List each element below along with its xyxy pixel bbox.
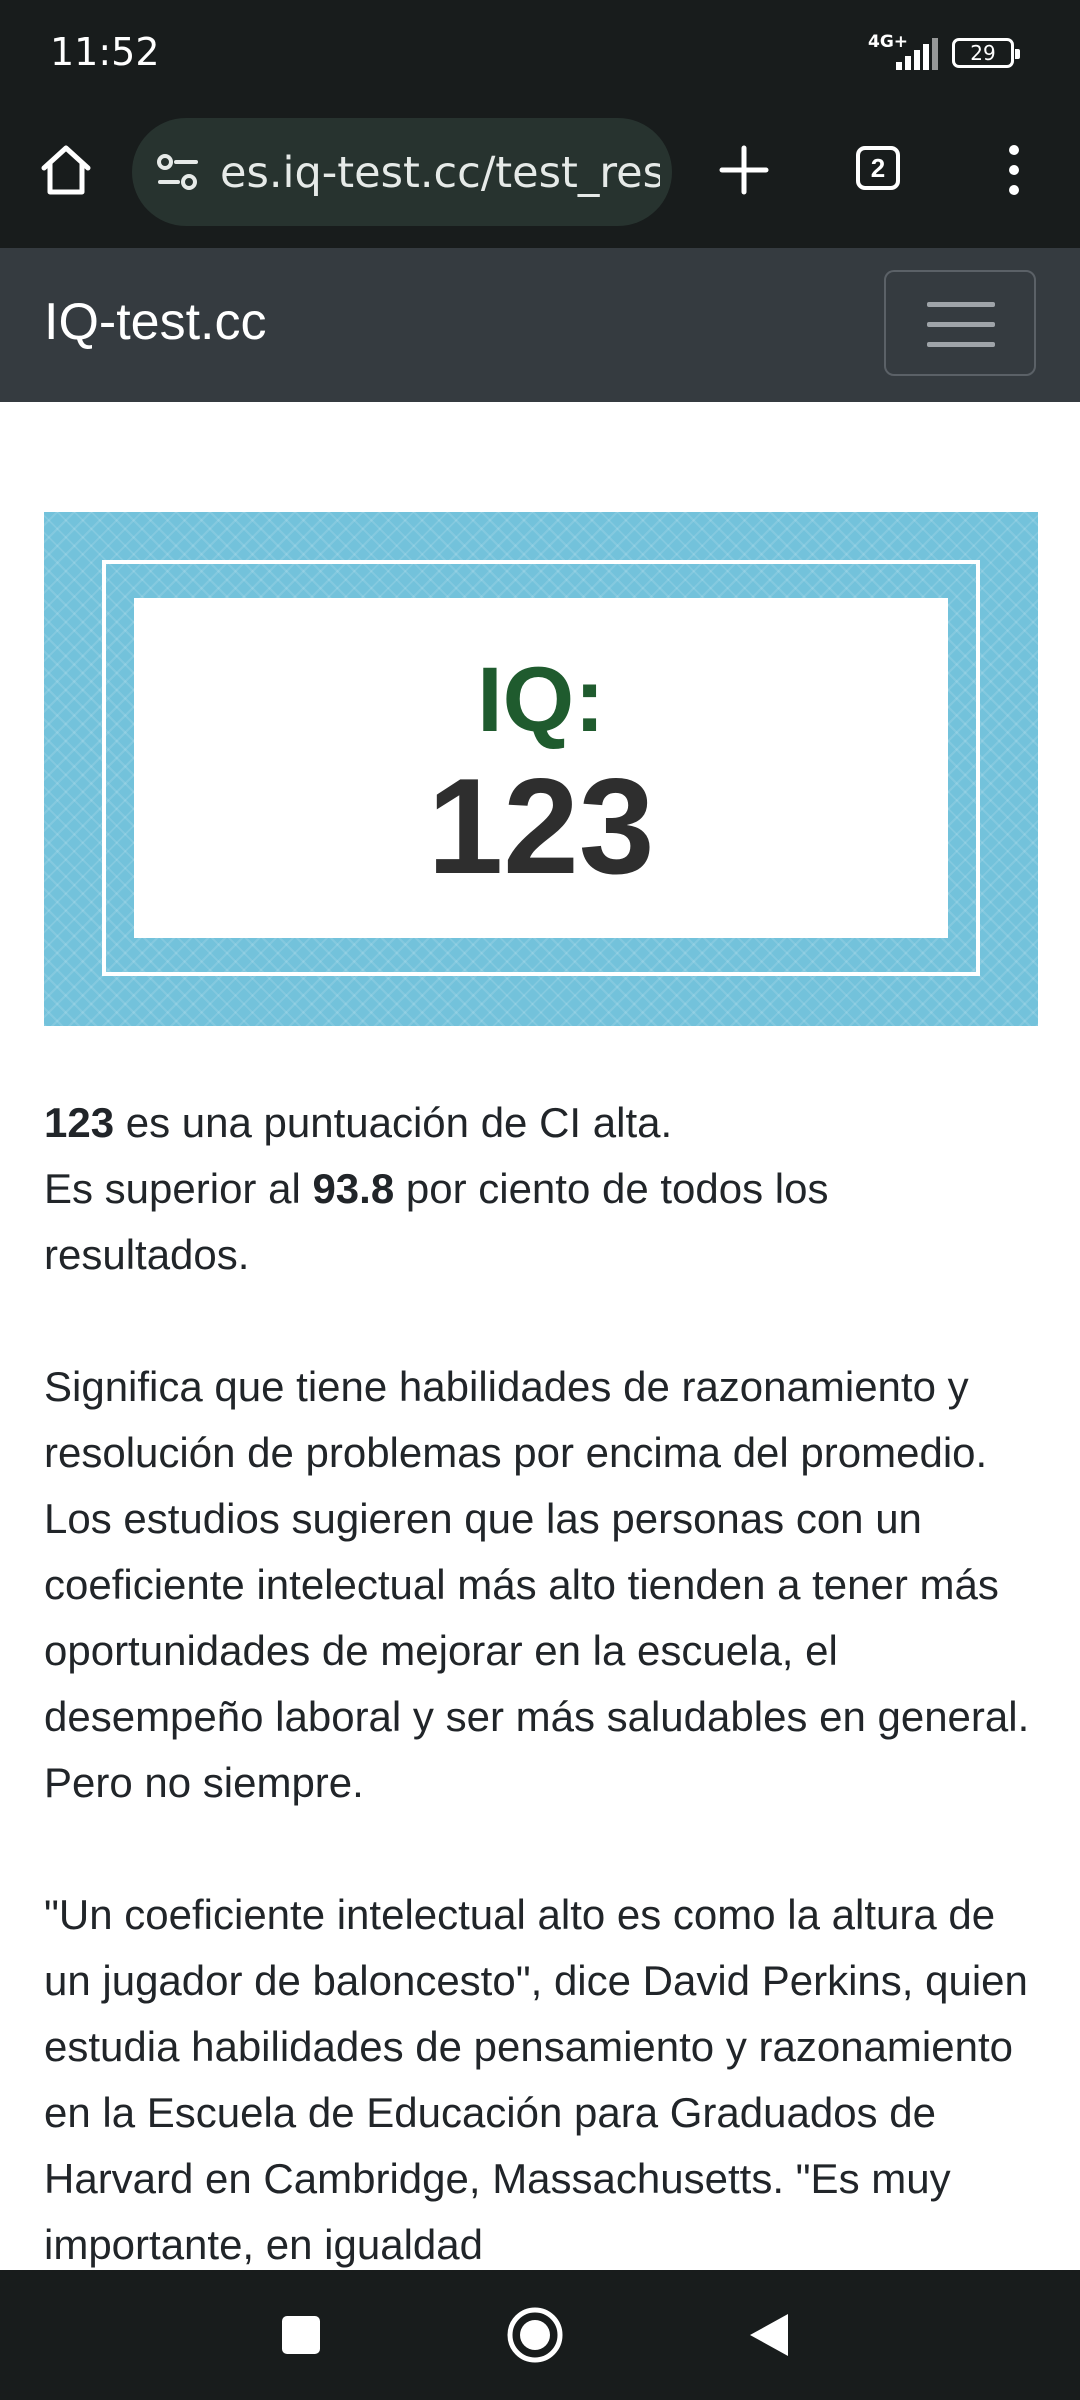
- site-settings-icon[interactable]: [156, 152, 200, 192]
- status-bar: 11:52 4G+ 29: [0, 0, 1080, 108]
- address-bar[interactable]: es.iq-test.cc/test_resu: [132, 118, 672, 226]
- new-tab-icon[interactable]: [712, 138, 776, 202]
- system-navigation-bar: [0, 2270, 1080, 2400]
- summary-text-a: es una puntuación de CI alta.: [114, 1099, 673, 1146]
- tab-count: 2: [870, 152, 886, 183]
- site-navbar: IQ-test.cc: [0, 248, 1080, 402]
- recents-square-icon[interactable]: [280, 2314, 322, 2356]
- status-time: 11:52: [50, 30, 160, 74]
- summary-score: 123: [44, 1099, 115, 1146]
- back-triangle-icon[interactable]: [748, 2312, 790, 2358]
- result-summary: 123 es una puntuación de CI alta. Es sup…: [44, 1090, 1044, 1288]
- iq-score: 123: [427, 750, 655, 902]
- site-brand-link[interactable]: IQ-test.cc: [44, 292, 266, 352]
- navbar-toggle-button[interactable]: [884, 270, 1036, 376]
- battery-icon: 29: [952, 38, 1020, 68]
- article-paragraph-quote: "Un coeficiente intelectual alto es como…: [44, 1891, 1028, 2268]
- tab-switcher-button[interactable]: 2: [856, 146, 900, 190]
- url-text[interactable]: es.iq-test.cc/test_resu: [220, 148, 660, 198]
- more-vert-icon[interactable]: [994, 138, 1034, 202]
- summary-text-b: Es superior al: [44, 1165, 313, 1212]
- home-circle-icon[interactable]: [506, 2306, 564, 2364]
- iq-result-banner: IQ: 123: [44, 512, 1038, 1026]
- browser-toolbar: es.iq-test.cc/test_resu 2: [0, 108, 1080, 248]
- status-indicators: 4G+ 29: [868, 32, 1020, 70]
- signal-icon: 4G+: [868, 32, 938, 70]
- home-icon[interactable]: [36, 140, 96, 200]
- summary-percent: 93.8: [312, 1165, 395, 1212]
- battery-level: 29: [970, 41, 996, 65]
- article-content: 123 es una puntuación de CI alta. Es sup…: [44, 1090, 1044, 2344]
- iq-result-card: IQ: 123: [134, 598, 948, 938]
- iq-label: IQ:: [477, 649, 605, 751]
- article-paragraph: Significa que tiene habilidades de razon…: [44, 1363, 1030, 1806]
